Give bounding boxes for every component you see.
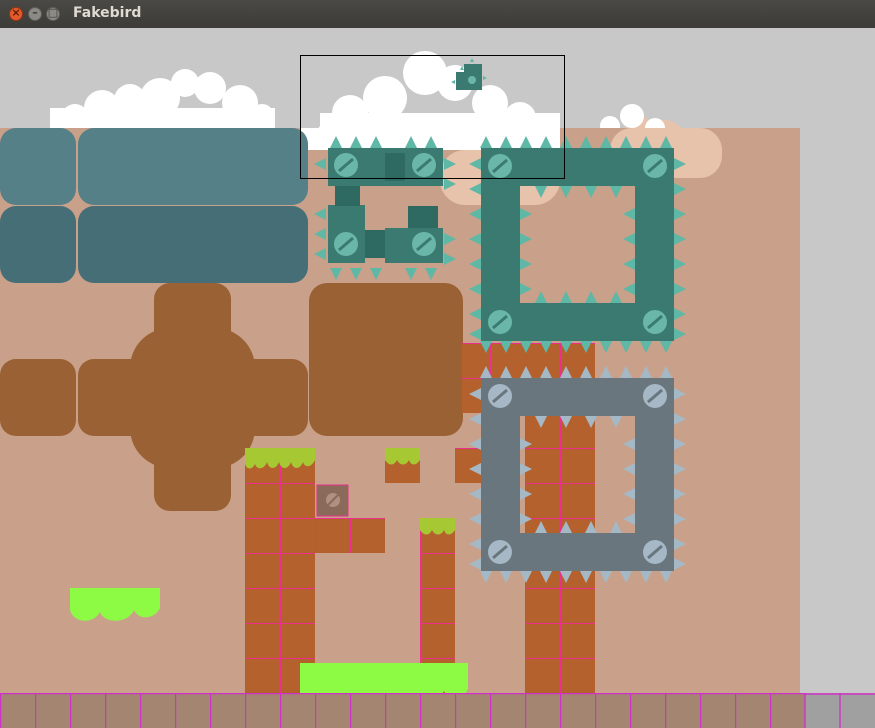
screw-icon	[332, 151, 360, 179]
screw-icon	[486, 538, 514, 566]
screw-icon	[641, 538, 669, 566]
screw-icon	[486, 382, 514, 410]
screw-icon	[410, 151, 438, 179]
screw-icon	[641, 382, 669, 410]
minimize-icon: –	[32, 6, 38, 19]
screw-icon	[641, 308, 669, 336]
close-button[interactable]: ×	[9, 6, 23, 21]
game-canvas[interactable]	[0, 28, 875, 728]
screw-icon	[486, 152, 514, 180]
maximize-icon: □	[47, 6, 59, 19]
title-bar[interactable]: × – □ Fakebird	[0, 0, 875, 28]
maximize-button[interactable]: □	[46, 6, 60, 21]
screw-icon	[410, 230, 438, 258]
close-icon: ×	[11, 6, 21, 19]
screw-icon	[641, 152, 669, 180]
fruit-icon	[316, 484, 349, 517]
screw-icon	[332, 230, 360, 258]
game-window: × – □ Fakebird	[0, 0, 875, 728]
screw-icon	[486, 308, 514, 336]
floor	[0, 693, 805, 728]
window-title: Fakebird	[73, 5, 142, 21]
minimize-button[interactable]: –	[28, 6, 42, 21]
